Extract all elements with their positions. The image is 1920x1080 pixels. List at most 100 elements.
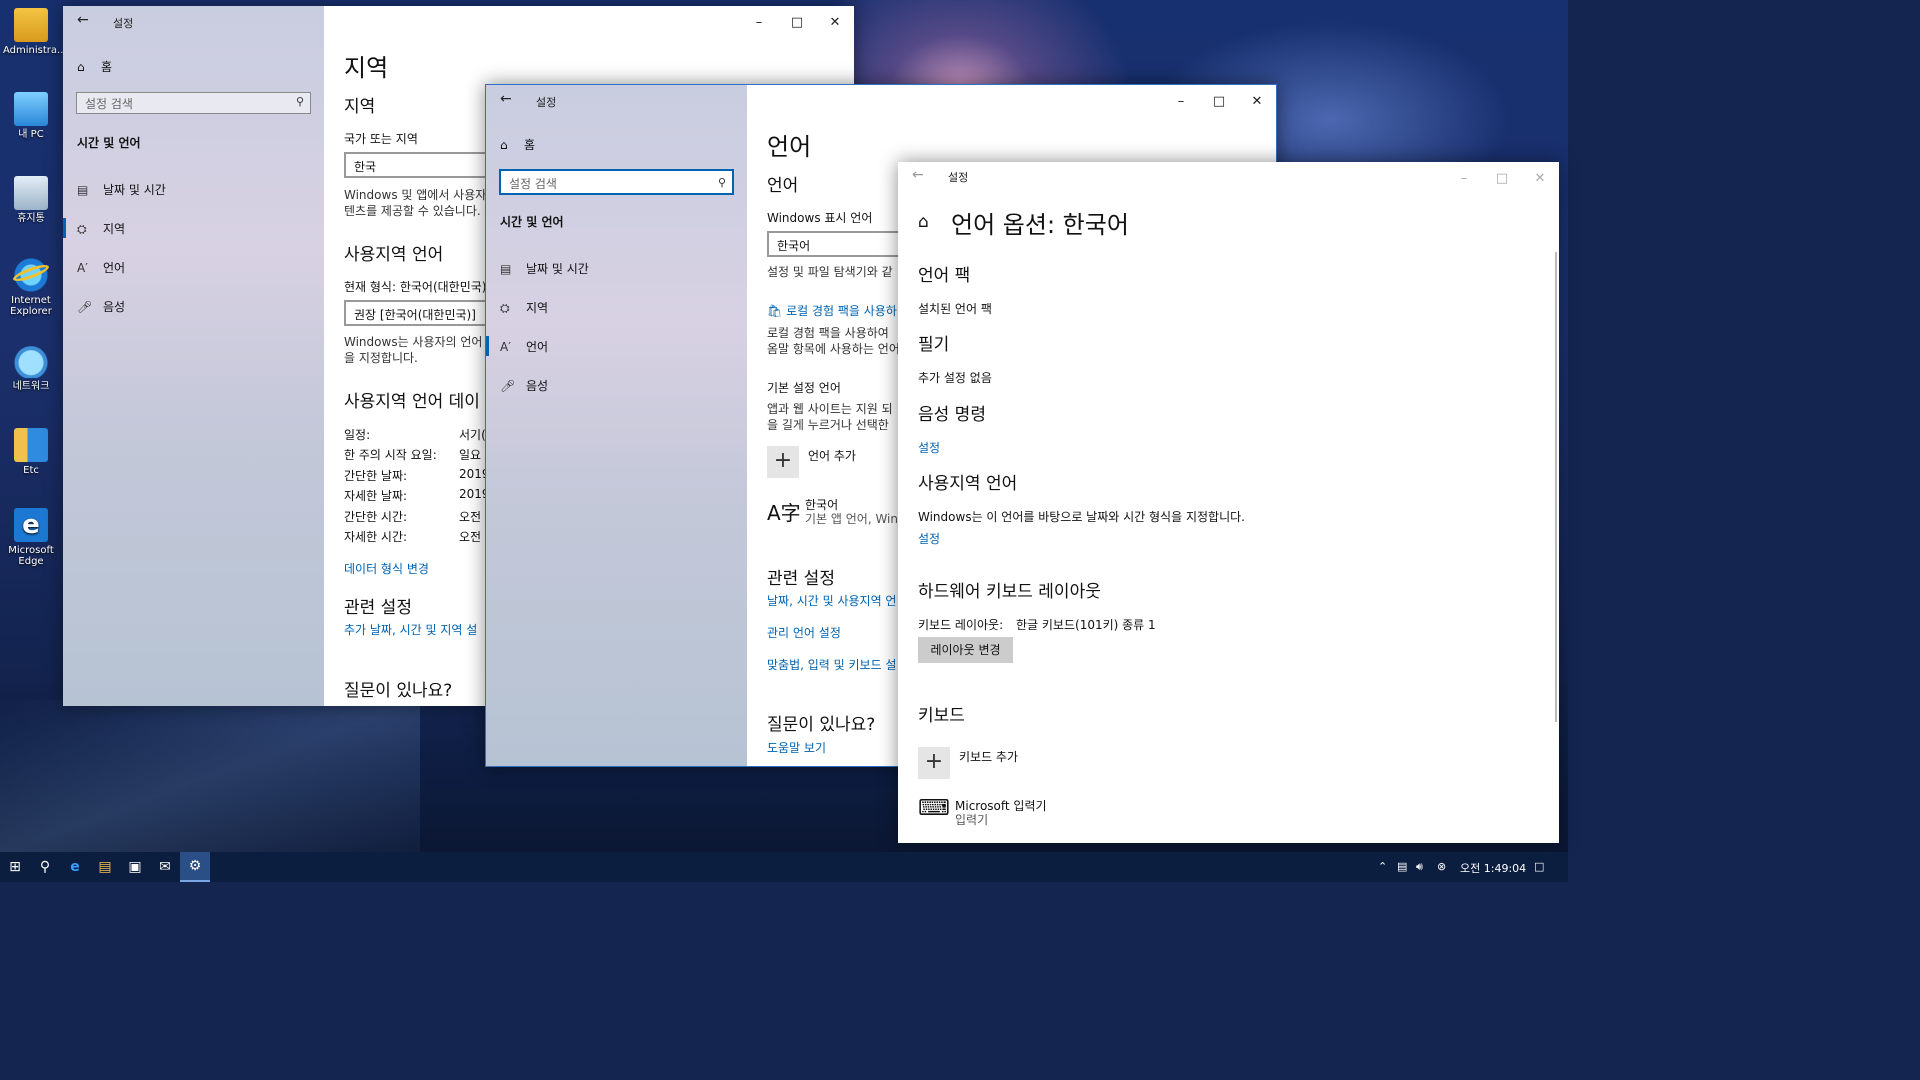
home-icon: ⌂ [77,60,85,74]
local-experience-pack-link[interactable]: 🛍︎ 로컬 경험 팩을 사용하 [767,302,897,319]
section-title: 필기 [918,335,950,355]
maximize-icon[interactable]: □ [778,6,816,38]
desktop-icon-label: 내 PC [18,129,44,140]
add-language-label[interactable]: 언어 추가 [808,447,856,464]
nav-item-region[interactable]: ⛭ 지역 [500,299,548,316]
back-arrow-icon[interactable]: ← [912,167,924,183]
nav-item-speech[interactable]: 🎤︎ 음성 [77,298,125,315]
store-icon: ▣ [128,859,142,875]
page-title: 언어 [767,133,812,161]
section-title: 음성 명령 [918,405,986,425]
search-input[interactable]: 설정 검색 ⚲ [499,169,734,195]
taskbar-file-explorer[interactable]: ▤ [90,852,120,882]
network-tray-icon[interactable]: ▤ [1397,860,1407,873]
desktop-icon-internet-explorer[interactable]: Internet Explorer [3,258,59,317]
nav-home[interactable]: ⌂ 홈 [77,58,112,75]
related-link-date-time[interactable]: 날짜, 시간 및 사용지역 언 [767,592,896,609]
nav-item-speech[interactable]: 🎤︎ 음성 [500,377,548,394]
window-controls: – □ ✕ [1162,85,1276,117]
taskbar-settings[interactable]: ⚙ [180,852,210,882]
nav-item-language[interactable]: A′ 언어 [77,259,125,276]
search-button[interactable]: ⚲ [30,852,60,882]
search-input[interactable]: 설정 검색 ⚲ [76,92,311,114]
additional-date-time-link[interactable]: 추가 날짜, 시간 및 지역 설 [344,621,477,638]
change-layout-button[interactable]: 레이아웃 변경 [918,637,1013,663]
desktop-icon-label: Etc [23,465,39,476]
microphone-icon: 🎤︎ [77,300,93,314]
taskbar-mail[interactable]: ✉ [150,852,180,882]
back-arrow-icon[interactable]: ← [500,91,512,107]
scrollbar[interactable] [1555,252,1557,722]
minimize-icon[interactable]: – [1162,85,1200,117]
maximize-icon[interactable]: □ [1483,162,1521,194]
section-title: 사용지역 언어 [344,245,444,265]
home-icon[interactable]: ⌂ [918,212,929,232]
volume-icon[interactable]: 🔊︎ [1416,860,1423,874]
data-row-value: 서기( [459,428,486,442]
change-data-format-link[interactable]: 데이터 형식 변경 [344,560,429,577]
related-link-admin-language[interactable]: 관리 언어 설정 [767,624,841,641]
question-title: 질문이 있나요? [767,715,876,735]
add-keyboard-label[interactable]: 키보드 추가 [959,748,1018,765]
related-link-spelling-keyboard[interactable]: 맞춤법, 입력 및 키보드 설 [767,656,896,673]
data-row-value: 일요 [459,448,482,462]
etc-folder-icon [14,428,48,462]
ime-status-icon[interactable]: ⊗ [1437,860,1446,873]
desktop-icon-recycle-bin[interactable]: 휴지통 [3,176,59,224]
start-button[interactable]: ⊞ [0,852,30,882]
description: Windows 및 앱에서 사용자 텐츠를 제공할 수 있습니다. [344,187,486,219]
locale-settings-link[interactable]: 설정 [918,530,940,547]
nav-item-date-time[interactable]: ▤ 날짜 및 시간 [500,260,589,277]
edge-icon: e [70,859,80,875]
windows-logo-icon: ⊞ [9,859,21,875]
desktop-icon-administrator[interactable]: Administra... [3,8,67,56]
add-language-button[interactable]: + [767,446,799,478]
close-icon[interactable]: ✕ [816,6,854,38]
back-arrow-icon[interactable]: ← [77,12,89,28]
window-controls: – □ ✕ [1445,162,1559,190]
taskbar-edge[interactable]: e [60,852,90,882]
calendar-clock-icon: ▤ [500,262,512,276]
network-icon [14,344,48,378]
desktop-icon-label: 네트워크 [12,381,50,392]
desktop-icon-edge[interactable]: e Microsoft Edge [3,508,59,567]
section-title: 하드웨어 키보드 레이아웃 [918,582,1101,602]
description-line: 을 길게 누르거나 선택한 [767,418,889,432]
description-line: 로컬 경험 팩을 사용하여 [767,326,889,340]
minimize-icon[interactable]: – [740,6,778,38]
language-icon: A′ [77,261,88,275]
internet-explorer-icon [14,258,48,292]
desktop-icon-etc[interactable]: Etc [3,428,59,476]
language-icon: A′ [500,340,511,354]
keyboard-icon: ⌨ [918,796,950,821]
ime-type: 입력기 [955,813,989,827]
add-keyboard-button[interactable]: + [918,747,950,779]
close-icon[interactable]: ✕ [1238,85,1276,117]
speech-settings-link[interactable]: 설정 [918,439,940,456]
gear-icon: ⚙ [188,858,202,874]
handwriting-status: 추가 설정 없음 [918,371,992,385]
taskbar-store[interactable]: ▣ [120,852,150,882]
description-line: 옴말 항목에 사용하는 언어 [767,342,900,356]
window-title: 설정 [536,96,557,109]
desktop-icon-label: Microsoft Edge [8,545,54,567]
minimize-icon[interactable]: – [1445,162,1483,194]
nav-home[interactable]: ⌂ 홈 [500,136,535,153]
pc-icon [14,92,48,126]
clock[interactable]: 오전 1:49:04 [1460,860,1526,876]
help-link[interactable]: 도움말 보기 [767,739,826,756]
nav-item-region[interactable]: ⛭ 지역 [77,220,125,237]
notifications-icon[interactable]: □ [1534,860,1544,873]
close-icon[interactable]: ✕ [1521,162,1559,194]
desktop-icon-network[interactable]: 네트워크 [3,344,59,392]
nav-pane: ← 설정 ⌂ 홈 설정 검색 ⚲ 시간 및 언어 ▤ 날짜 및 시간 ⛭ 지역 A′ 언… [63,6,324,706]
desktop-icon-my-pc[interactable]: 내 PC [3,92,59,140]
locale-description: Windows는 이 언어를 바탕으로 날짜와 시간 형식을 지정합니다. [918,510,1245,524]
plus-icon: + [773,448,793,473]
nav-item-language[interactable]: A′ 언어 [500,338,548,355]
show-hidden-icons[interactable]: ⌃ [1378,860,1387,873]
maximize-icon[interactable]: □ [1200,85,1238,117]
nav-item-date-time[interactable]: ▤ 날짜 및 시간 [77,181,166,198]
nav-item-label: 언어 [103,261,126,275]
dropdown-value: 한국어 [777,239,811,253]
